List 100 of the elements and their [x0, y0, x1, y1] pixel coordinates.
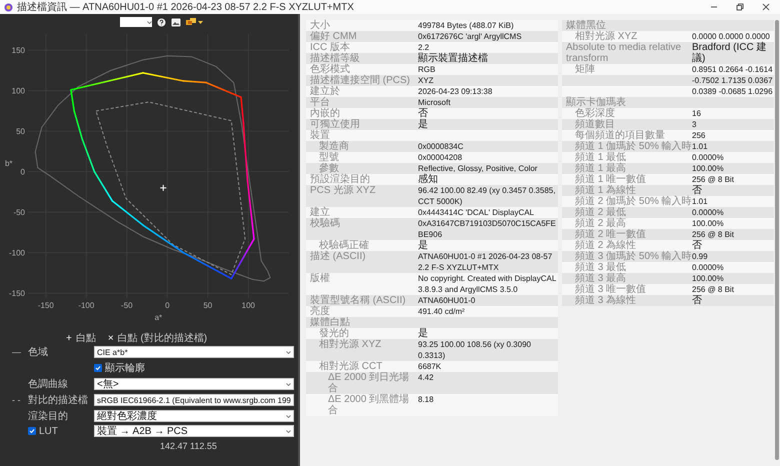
property-value: 否 [692, 295, 703, 306]
dropdown[interactable]: CIE a*b* [94, 346, 294, 358]
property-value: 0.0389 -0.0685 1.0296 [692, 86, 774, 97]
property-value: 491.40 cd/m² [418, 306, 466, 317]
axis-label: a* [154, 313, 162, 322]
property-label: 描述檔等級 [310, 53, 360, 64]
property-value: 0.0000% [692, 207, 725, 218]
property-value: 93.25 100.00 108.56 (xy 0.3090 0.3313) [418, 339, 532, 361]
property-label: 顯示卡伽瑪表 [566, 97, 626, 108]
legend-symbol: × [108, 333, 114, 344]
property-value: 0.8951 0.2664 -0.1614 [692, 64, 774, 75]
property-value: ATNA60HU01-0 #1 2026-04-23 08-57 2.2 F-S XYZLUT+MTX [418, 251, 554, 273]
property-value: 256 @ 8 Bit [692, 284, 735, 295]
property-value: -0.7502 1.7135 0.0367 [692, 75, 774, 86]
restore-icon[interactable] [736, 3, 744, 11]
property-value: 2.2 [418, 42, 430, 52]
checkbox-label: LUT [39, 426, 58, 437]
caret-icon [198, 20, 203, 24]
property-label: Absolute to media relative transform [566, 42, 682, 64]
property-value: 3 [692, 119, 698, 130]
dropdown[interactable]: <無> [94, 378, 294, 390]
property-label: 平台 [310, 97, 330, 108]
property-label: 校驗碼正確 [319, 240, 369, 251]
tick-label: 150 [12, 46, 25, 56]
property-label: 頻道 1 為線性 [575, 185, 636, 196]
property-value: 0.0000% [692, 152, 725, 163]
property-label: 頻道 3 最高 [575, 273, 626, 284]
checkbox-label: 顯示輪廓 [105, 362, 145, 376]
scrollbar-thumb[interactable] [775, 20, 779, 460]
property-label: 裝置型號名稱 (ASCII) [310, 295, 406, 306]
tick-label: 100 [242, 301, 255, 310]
legend-symbol: - - [12, 395, 20, 406]
property-value: 是 [418, 328, 429, 339]
property-label: 發光的 [319, 328, 349, 339]
tick-label: -50 [13, 208, 25, 218]
property-label: 頻道 2 唯一數值 [575, 229, 646, 240]
property-value: 1.01 [692, 141, 709, 152]
property-value: 499784 Bytes (488.07 KiB) [418, 20, 515, 31]
cursor-coordinates: 142.47 112.55 [159, 441, 218, 452]
property-value: 0.0000% [692, 262, 725, 273]
property-value: 是 [418, 119, 429, 130]
property-value: 0x6172676C 'argl' ArgyllCMS [418, 31, 523, 42]
close-icon[interactable] [762, 3, 770, 11]
property-label: 參數 [319, 163, 339, 174]
caret-icon [286, 414, 291, 418]
property-value: No copyright. Created with DisplayCAL 3.8.9.3 and ArgyllCMS 3.5.0 [418, 273, 557, 295]
property-value: Microsoft [418, 97, 452, 108]
property-label: 相對光源 CCT [319, 361, 382, 372]
property-label: 色彩深度 [575, 108, 615, 119]
property-label: 矩陣 [575, 64, 595, 75]
property-value: 0x0000834C [418, 141, 464, 152]
field-label: 色調曲線 [28, 378, 69, 392]
property-label: 頻道數目 [575, 119, 615, 130]
swatch-menu-button[interactable] [186, 18, 203, 26]
property-label: 頻道 1 唯一數值 [575, 174, 646, 185]
dropdown[interactable]: 裝置 → A2B → PCS [94, 425, 294, 438]
property-value: Reflective, Glossy, Positive, Color [418, 163, 538, 174]
property-value: 256 @ 8 Bit [692, 174, 735, 185]
caret-icon [286, 382, 291, 386]
property-label: 建立於 [310, 86, 340, 97]
checkbox[interactable] [94, 364, 102, 372]
property-label: 頻道 3 為線性 [575, 295, 636, 306]
caret-icon [286, 430, 291, 433]
legend-label: 白點 (對比的描述檔) [118, 333, 208, 344]
property-label: 頻道 3 最低 [575, 262, 626, 273]
property-value: 256 @ 8 Bit [692, 229, 735, 240]
property-label: 頻道 3 唯一數值 [575, 284, 646, 295]
property-label: 頻道 3 伽瑪於 50% 輸入時 [575, 251, 692, 262]
property-value: Bradford (ICC 建議) [692, 42, 768, 64]
property-value: 100.00% [692, 218, 725, 229]
property-label: 建立 [310, 207, 330, 218]
checkbox[interactable] [28, 427, 36, 436]
property-label: 頻道 2 最高 [575, 218, 626, 229]
property-value: 是 [418, 240, 429, 251]
tick-label: 0 [20, 168, 25, 177]
property-label: 媒體白點 [310, 317, 350, 328]
property-value: 否 [692, 240, 703, 251]
tick-label: -100 [78, 301, 94, 310]
dropdown[interactable]: sRGB IEC61966-2.1 (Equivalent to www.srgb.com 199 [94, 394, 294, 406]
property-value: 感知 [418, 174, 439, 185]
property-label: 裝置 [310, 130, 330, 141]
image-icon[interactable] [171, 18, 181, 26]
property-value: 0.0000 0.0000 0.0000 [692, 31, 771, 42]
property-value: ATNA60HU01-0 [418, 295, 476, 306]
field-label: 色域 [28, 346, 49, 360]
property-label: 型號 [319, 152, 339, 163]
property-value: 8.18 [418, 394, 435, 405]
window-title: 描述檔資訊 — ATNA60HU01-0 #1 2026-04-23 08-57 2.2 F-S XYZLUT+MTX [17, 0, 355, 14]
color-swatch-icon [186, 18, 197, 26]
property-value: 0.99 [692, 252, 709, 262]
help-icon[interactable] [157, 18, 166, 26]
property-label: 頻道 1 最高 [575, 163, 626, 174]
caret-icon [147, 20, 152, 24]
property-value: 1.01 [692, 196, 709, 207]
property-value: 否 [418, 108, 429, 119]
dropdown[interactable]: 絕對色彩濃度 [94, 410, 294, 422]
tick-label: -100 [9, 248, 25, 258]
cross-marker [160, 184, 167, 192]
property-value: 0x4443414C 'DCAL' DisplayCAL [418, 207, 536, 218]
property-label: 製造商 [319, 141, 349, 152]
